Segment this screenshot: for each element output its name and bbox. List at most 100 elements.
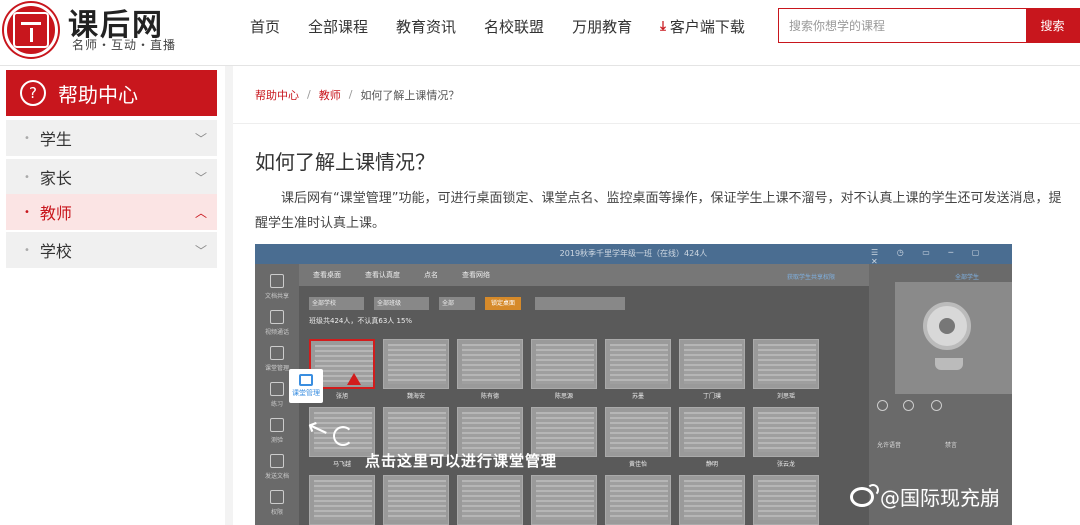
desktop-thumbnail: [309, 475, 375, 525]
bullet-icon: •: [24, 171, 30, 183]
screenshot-filter-bar: 全部学校 全部班级 全部 锁定桌面: [299, 292, 869, 314]
screenshot-select: 全部: [439, 296, 475, 310]
student-name: 黄佳怡: [628, 461, 647, 468]
screenshot-select: 全部学校: [309, 296, 364, 310]
nav-item-news[interactable]: 教育资讯: [396, 16, 456, 37]
nav-item-download[interactable]: ⤓ 客户端下载: [660, 16, 745, 37]
nav-item-alliance[interactable]: 名校联盟: [484, 16, 544, 37]
screenshot-tool-item: 文档共享: [261, 272, 293, 302]
screenshot-tab: 查看网络: [462, 271, 490, 279]
screenshot-control-icon: [877, 400, 888, 411]
desktop-thumbnail: [457, 339, 523, 389]
breadcrumb-separator: /: [348, 88, 353, 101]
screenshot-all-students: 全部学生: [955, 274, 980, 281]
chevron-down-icon: ﹀: [194, 243, 207, 258]
callout-label: 课堂管理: [292, 389, 320, 397]
search-box: 搜索: [778, 8, 1080, 43]
student-name: 刘思瑶: [776, 393, 795, 400]
desktop-thumbnail: [753, 407, 819, 457]
chevron-down-icon: ﹀: [194, 131, 207, 146]
screenshot-caption: 点击这里可以进行课堂管理: [365, 452, 558, 470]
sidebar-item-parent[interactable]: • 家长 ﹀: [6, 159, 217, 195]
student-name: 张云龙: [776, 461, 795, 468]
breadcrumb-teacher[interactable]: 教师: [319, 87, 341, 103]
student-name: 苏墨: [631, 393, 644, 400]
nav-item-home[interactable]: 首页: [250, 16, 280, 37]
sidebar: ? 帮助中心 • 学生 ﹀ • 家长 ﹀ • 教师 ︿ • 学校 ﹀: [0, 66, 225, 525]
desktop-thumbnail: [753, 339, 819, 389]
chevron-up-icon: ︿: [194, 205, 207, 220]
screenshot-stats: 班级共424人，不认真63人 15%: [309, 317, 413, 325]
desktop-thumbnail: [605, 475, 671, 525]
screenshot-tool-item: 发送文档: [261, 452, 293, 482]
sidebar-item-teacher[interactable]: • 教师 ︿: [6, 194, 217, 230]
sidebar-item-label: 教师: [39, 204, 72, 223]
breadcrumb-separator: /: [307, 88, 311, 101]
bullet-icon: •: [24, 206, 30, 218]
warning-icon: [347, 373, 361, 385]
nav-item-all-courses[interactable]: 全部课程: [308, 16, 368, 37]
student-name: 丁门璞: [702, 393, 721, 400]
question-icon: ?: [20, 80, 46, 106]
screenshot-control-icon: [903, 400, 914, 411]
sidebar-item-student[interactable]: • 学生 ﹀: [6, 120, 217, 156]
screenshot-tool-item: 视频通话: [261, 308, 293, 338]
nav-item-wanpeng[interactable]: 万朋教育: [572, 16, 632, 37]
sidebar-item-label: 家长: [39, 169, 72, 188]
screenshot-lock-button: 锁定桌面: [485, 296, 521, 310]
sidebar-item-label: 学生: [39, 130, 72, 149]
screenshot-tool-item: 测验: [261, 416, 293, 446]
screenshot-tab: 查看桌面: [313, 271, 341, 279]
desktop-thumbnail: [457, 475, 523, 525]
logo-seal-icon[interactable]: [4, 3, 58, 57]
screenshot-control-icon: [931, 400, 942, 411]
desktop-thumbnail: [531, 475, 597, 525]
watermark-text: @国际现充崩: [880, 486, 1000, 510]
article-body: 课后网有“课堂管理”功能，可进行桌面锁定、课堂点名、监控桌面等操作，保证学生上课…: [255, 191, 1062, 231]
article-title: 如何了解上课情况？: [255, 150, 435, 174]
bullet-icon: •: [24, 132, 30, 144]
desktop-thumbnail: [753, 475, 819, 525]
sidebar-item-label: 学校: [39, 242, 72, 261]
desktop-thumbnail: [679, 475, 745, 525]
desktop-thumbnail: [605, 339, 671, 389]
help-center-header: ? 帮助中心: [6, 70, 217, 116]
main-nav: 首页 全部课程 教育资讯 名校联盟 万朋教育 ⤓ 客户端下载: [250, 16, 773, 37]
monitor-icon: [299, 374, 313, 386]
desktop-thumbnail: [531, 339, 597, 389]
desktop-thumbnail: [679, 407, 745, 457]
download-label: 客户端下载: [669, 18, 745, 36]
screenshot-search-box: [535, 296, 625, 310]
breadcrumb-help-center[interactable]: 帮助中心: [255, 87, 299, 103]
chevron-down-icon: ﹀: [194, 170, 207, 185]
weibo-watermark: @国际现充崩: [850, 482, 1000, 511]
screenshot-mute: 禁言: [945, 442, 958, 449]
screenshot-allow-voice: 允许语音: [877, 442, 902, 449]
search-button[interactable]: 搜索: [1026, 9, 1079, 42]
camera-icon: [895, 282, 1012, 394]
student-name: 静明: [705, 461, 718, 468]
sidebar-item-school[interactable]: • 学校 ﹀: [6, 232, 217, 268]
download-icon: ⤓: [660, 19, 666, 34]
desktop-thumbnail: [383, 475, 449, 525]
search-input[interactable]: [779, 9, 1027, 42]
weibo-icon: [850, 483, 879, 507]
classroom-management-callout: 课堂管理: [289, 369, 323, 403]
logo-subtitle: 名师・互动・直播: [72, 38, 177, 52]
breadcrumb: 帮助中心 / 教师 / 如何了解上课情况？: [233, 66, 1080, 124]
student-name: 陈思源: [554, 393, 573, 400]
screenshot-tabs: 查看桌面 查看认真度 点名 查看网络: [299, 264, 869, 286]
bullet-icon: •: [24, 244, 30, 256]
help-center-title: 帮助中心: [58, 82, 138, 107]
screenshot-share-link: 获取学生共享权限: [787, 274, 836, 281]
breadcrumb-current: 如何了解上课情况？: [360, 88, 460, 102]
desktop-thumbnail: [605, 407, 671, 457]
click-mark-icon: [333, 426, 353, 446]
student-name: 陈有德: [480, 393, 499, 400]
screenshot-tool-item: 权限: [261, 488, 293, 518]
student-name: 魏海安: [406, 393, 425, 400]
screenshot-tab: 点名: [424, 271, 438, 279]
desktop-thumbnail: [383, 339, 449, 389]
header: 课后网 名师・互动・直播 首页 全部课程 教育资讯 名校联盟 万朋教育 ⤓ 客户…: [0, 0, 1080, 66]
screenshot-tab: 查看认真度: [365, 271, 400, 279]
